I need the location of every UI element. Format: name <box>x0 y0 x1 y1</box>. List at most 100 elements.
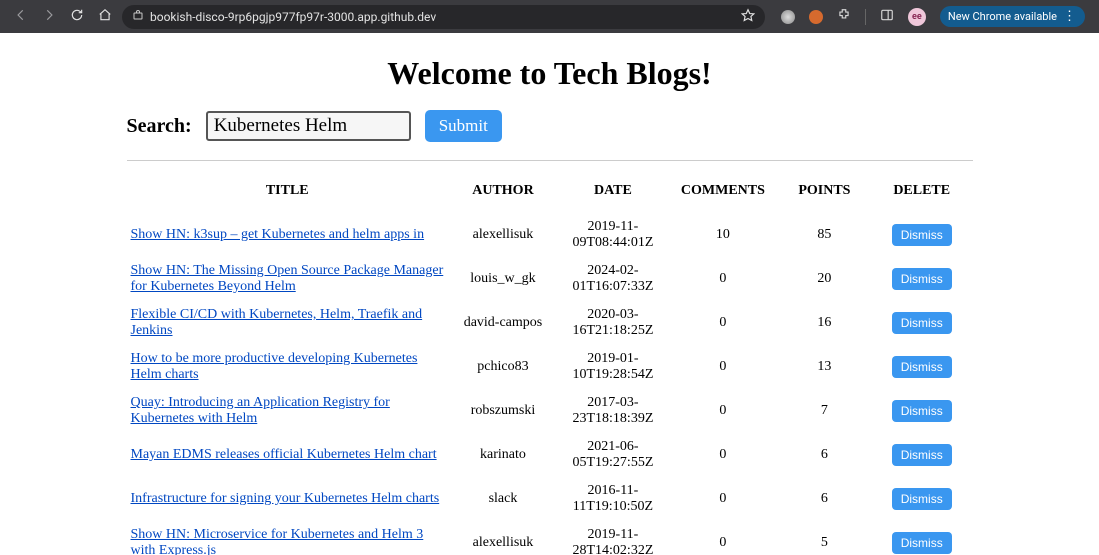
panel-icon[interactable] <box>880 8 894 25</box>
cell-points: 20 <box>778 257 871 301</box>
cell-points: 16 <box>778 301 871 345</box>
dismiss-button[interactable]: Dismiss <box>892 268 952 290</box>
extension-icon[interactable] <box>781 10 795 24</box>
table-header-row: TITLE AUTHOR DATE COMMENTS POINTS DELETE <box>127 175 973 213</box>
cell-date: 2019-11-09T08:44:01Z <box>558 213 668 257</box>
page-content: Welcome to Tech Blogs! Search: Submit TI… <box>115 55 985 555</box>
cell-date: 2020-03-16T21:18:25Z <box>558 301 668 345</box>
cell-author: louis_w_gk <box>448 257 558 301</box>
col-title: TITLE <box>127 175 448 213</box>
dismiss-button[interactable]: Dismiss <box>892 532 952 554</box>
col-points: POINTS <box>778 175 871 213</box>
extensions-icon-group: ee New Chrome available ⋮ <box>775 6 1091 27</box>
cell-author: alexellisuk <box>448 213 558 257</box>
cell-delete: Dismiss <box>871 213 973 257</box>
table-row: Flexible CI/CD with Kubernetes, Helm, Tr… <box>127 301 973 345</box>
cell-title: Infrastructure for signing your Kubernet… <box>127 477 448 521</box>
forward-icon <box>42 8 56 25</box>
dismiss-button[interactable]: Dismiss <box>892 312 952 334</box>
cell-date: 2024-02-01T16:07:33Z <box>558 257 668 301</box>
cell-delete: Dismiss <box>871 301 973 345</box>
browser-toolbar: bookish-disco-9rp6pgjp977fp97r-3000.app.… <box>0 0 1099 33</box>
extensions-puzzle-icon[interactable] <box>837 8 851 25</box>
cell-title: Flexible CI/CD with Kubernetes, Helm, Tr… <box>127 301 448 345</box>
cell-author: robszumski <box>448 389 558 433</box>
cell-title: Show HN: Microservice for Kubernetes and… <box>127 521 448 555</box>
cell-comments: 0 <box>668 433 778 477</box>
table-row: Show HN: The Missing Open Source Package… <box>127 257 973 301</box>
site-info-icon[interactable] <box>132 9 144 24</box>
dismiss-button[interactable]: Dismiss <box>892 400 952 422</box>
cell-title: Show HN: k3sup – get Kubernetes and helm… <box>127 213 448 257</box>
cell-author: pchico83 <box>448 345 558 389</box>
cell-date: 2019-01-10T19:28:54Z <box>558 345 668 389</box>
cell-comments: 0 <box>668 389 778 433</box>
divider <box>127 160 973 161</box>
new-chrome-badge[interactable]: New Chrome available ⋮ <box>940 6 1085 27</box>
cell-author: slack <box>448 477 558 521</box>
search-input[interactable] <box>206 111 411 141</box>
separator <box>865 9 866 25</box>
article-link[interactable]: Show HN: The Missing Open Source Package… <box>131 263 444 294</box>
article-link[interactable]: Mayan EDMS releases official Kubernetes … <box>131 447 437 462</box>
cell-comments: 0 <box>668 521 778 555</box>
table-row: Quay: Introducing an Application Registr… <box>127 389 973 433</box>
cell-comments: 10 <box>668 213 778 257</box>
table-row: Mayan EDMS releases official Kubernetes … <box>127 433 973 477</box>
cell-delete: Dismiss <box>871 345 973 389</box>
cell-date: 2017-03-23T18:18:39Z <box>558 389 668 433</box>
cell-delete: Dismiss <box>871 521 973 555</box>
results-table: TITLE AUTHOR DATE COMMENTS POINTS DELETE… <box>127 175 973 555</box>
cell-delete: Dismiss <box>871 433 973 477</box>
dismiss-button[interactable]: Dismiss <box>892 356 952 378</box>
submit-button[interactable]: Submit <box>425 110 502 142</box>
search-label: Search: <box>127 115 192 138</box>
cell-points: 85 <box>778 213 871 257</box>
cell-comments: 0 <box>668 477 778 521</box>
table-row: Show HN: Microservice for Kubernetes and… <box>127 521 973 555</box>
cell-title: Show HN: The Missing Open Source Package… <box>127 257 448 301</box>
article-link[interactable]: Flexible CI/CD with Kubernetes, Helm, Tr… <box>131 307 423 338</box>
article-link[interactable]: Quay: Introducing an Application Registr… <box>131 395 390 426</box>
cell-points: 6 <box>778 477 871 521</box>
address-bar[interactable]: bookish-disco-9rp6pgjp977fp97r-3000.app.… <box>122 5 765 29</box>
cell-date: 2016-11-11T19:10:50Z <box>558 477 668 521</box>
url-text: bookish-disco-9rp6pgjp977fp97r-3000.app.… <box>150 10 436 24</box>
home-icon[interactable] <box>98 8 112 25</box>
col-comments: COMMENTS <box>668 175 778 213</box>
dismiss-button[interactable]: Dismiss <box>892 224 952 246</box>
cell-delete: Dismiss <box>871 389 973 433</box>
search-form: Search: Submit <box>127 110 973 142</box>
col-author: AUTHOR <box>448 175 558 213</box>
table-row: Show HN: k3sup – get Kubernetes and helm… <box>127 213 973 257</box>
cell-points: 7 <box>778 389 871 433</box>
cell-delete: Dismiss <box>871 257 973 301</box>
cell-author: david-campos <box>448 301 558 345</box>
cell-author: alexellisuk <box>448 521 558 555</box>
back-icon[interactable] <box>14 8 28 25</box>
dismiss-button[interactable]: Dismiss <box>892 488 952 510</box>
article-link[interactable]: Show HN: k3sup – get Kubernetes and helm… <box>131 227 425 242</box>
reload-icon[interactable] <box>70 8 84 25</box>
cell-date: 2021-06-05T19:27:55Z <box>558 433 668 477</box>
profile-avatar[interactable]: ee <box>908 8 926 26</box>
new-chrome-label: New Chrome available <box>948 10 1057 23</box>
table-row: Infrastructure for signing your Kubernet… <box>127 477 973 521</box>
cell-points: 6 <box>778 433 871 477</box>
article-link[interactable]: Infrastructure for signing your Kubernet… <box>131 491 440 506</box>
cell-comments: 0 <box>668 345 778 389</box>
cell-date: 2019-11-28T14:02:32Z <box>558 521 668 555</box>
cell-points: 13 <box>778 345 871 389</box>
col-date: DATE <box>558 175 668 213</box>
bookmark-star-icon[interactable] <box>741 8 755 25</box>
article-link[interactable]: Show HN: Microservice for Kubernetes and… <box>131 527 424 555</box>
cell-points: 5 <box>778 521 871 555</box>
cell-title: How to be more productive developing Kub… <box>127 345 448 389</box>
cell-title: Mayan EDMS releases official Kubernetes … <box>127 433 448 477</box>
col-delete: DELETE <box>871 175 973 213</box>
page-viewport[interactable]: Welcome to Tech Blogs! Search: Submit TI… <box>0 33 1099 555</box>
dismiss-button[interactable]: Dismiss <box>892 444 952 466</box>
extension-icon[interactable] <box>809 10 823 24</box>
article-link[interactable]: How to be more productive developing Kub… <box>131 351 418 382</box>
cell-title: Quay: Introducing an Application Registr… <box>127 389 448 433</box>
